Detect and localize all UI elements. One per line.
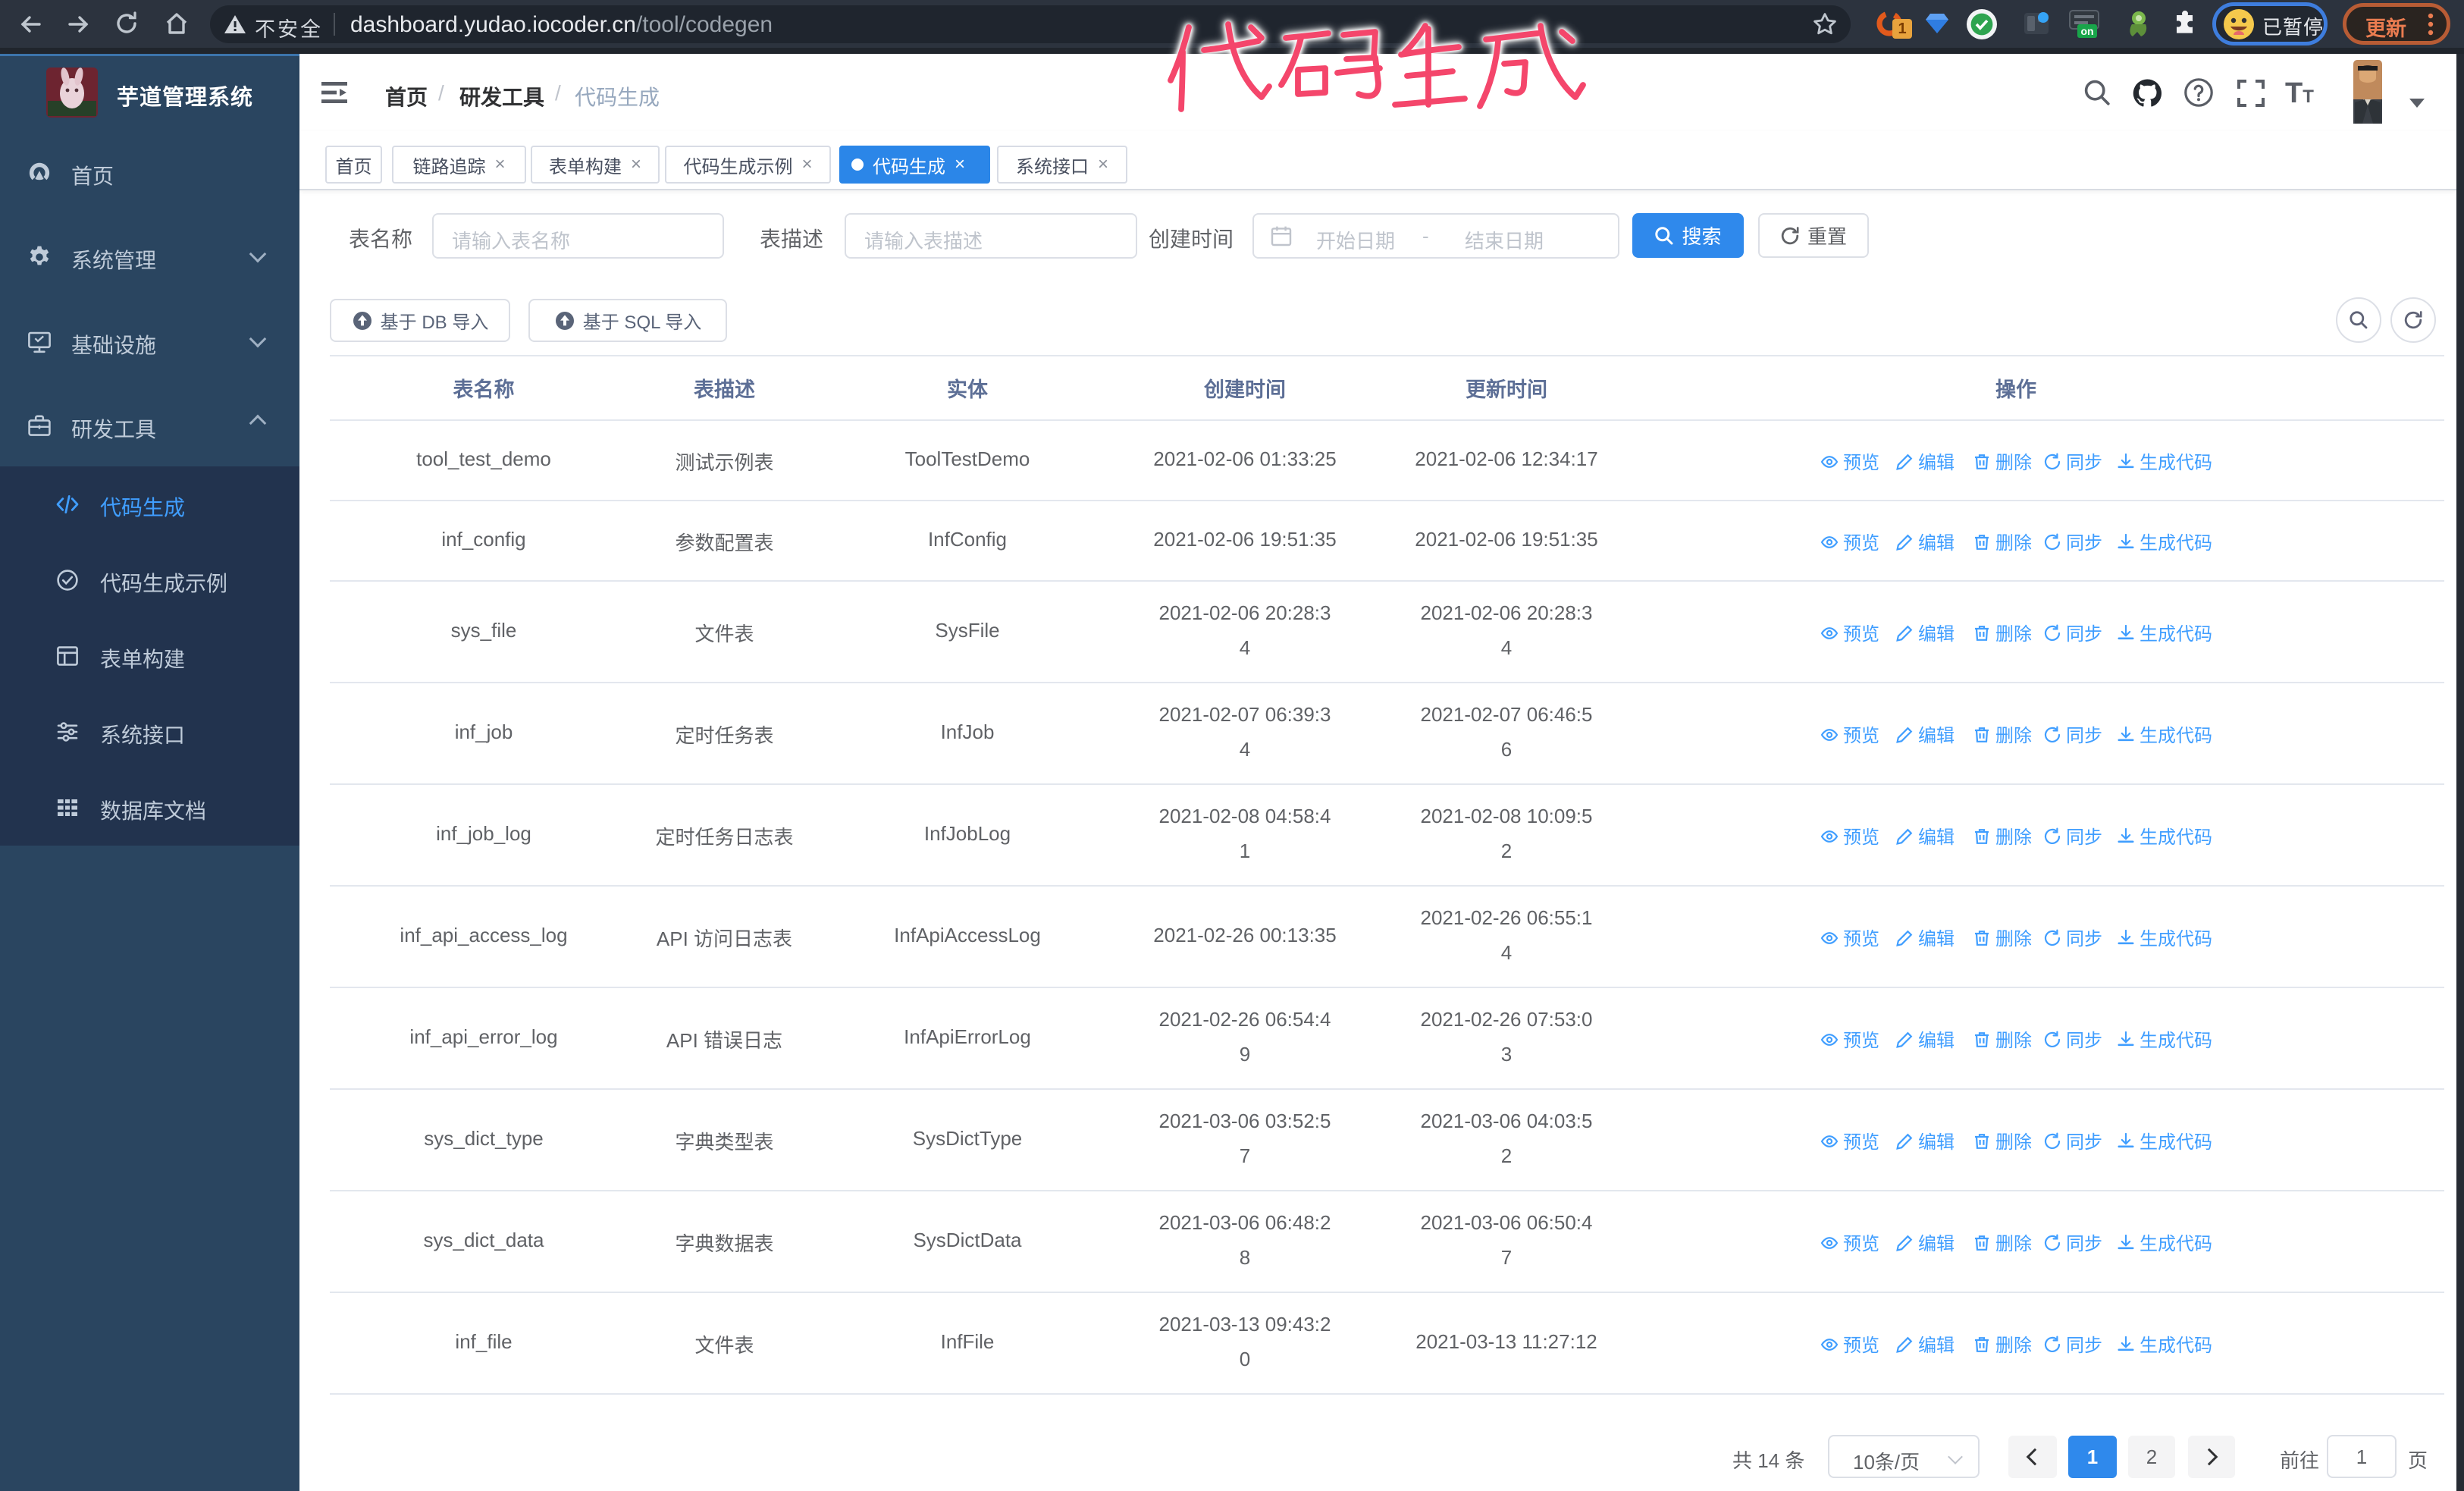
svg-text:on: on: [2080, 25, 2093, 37]
